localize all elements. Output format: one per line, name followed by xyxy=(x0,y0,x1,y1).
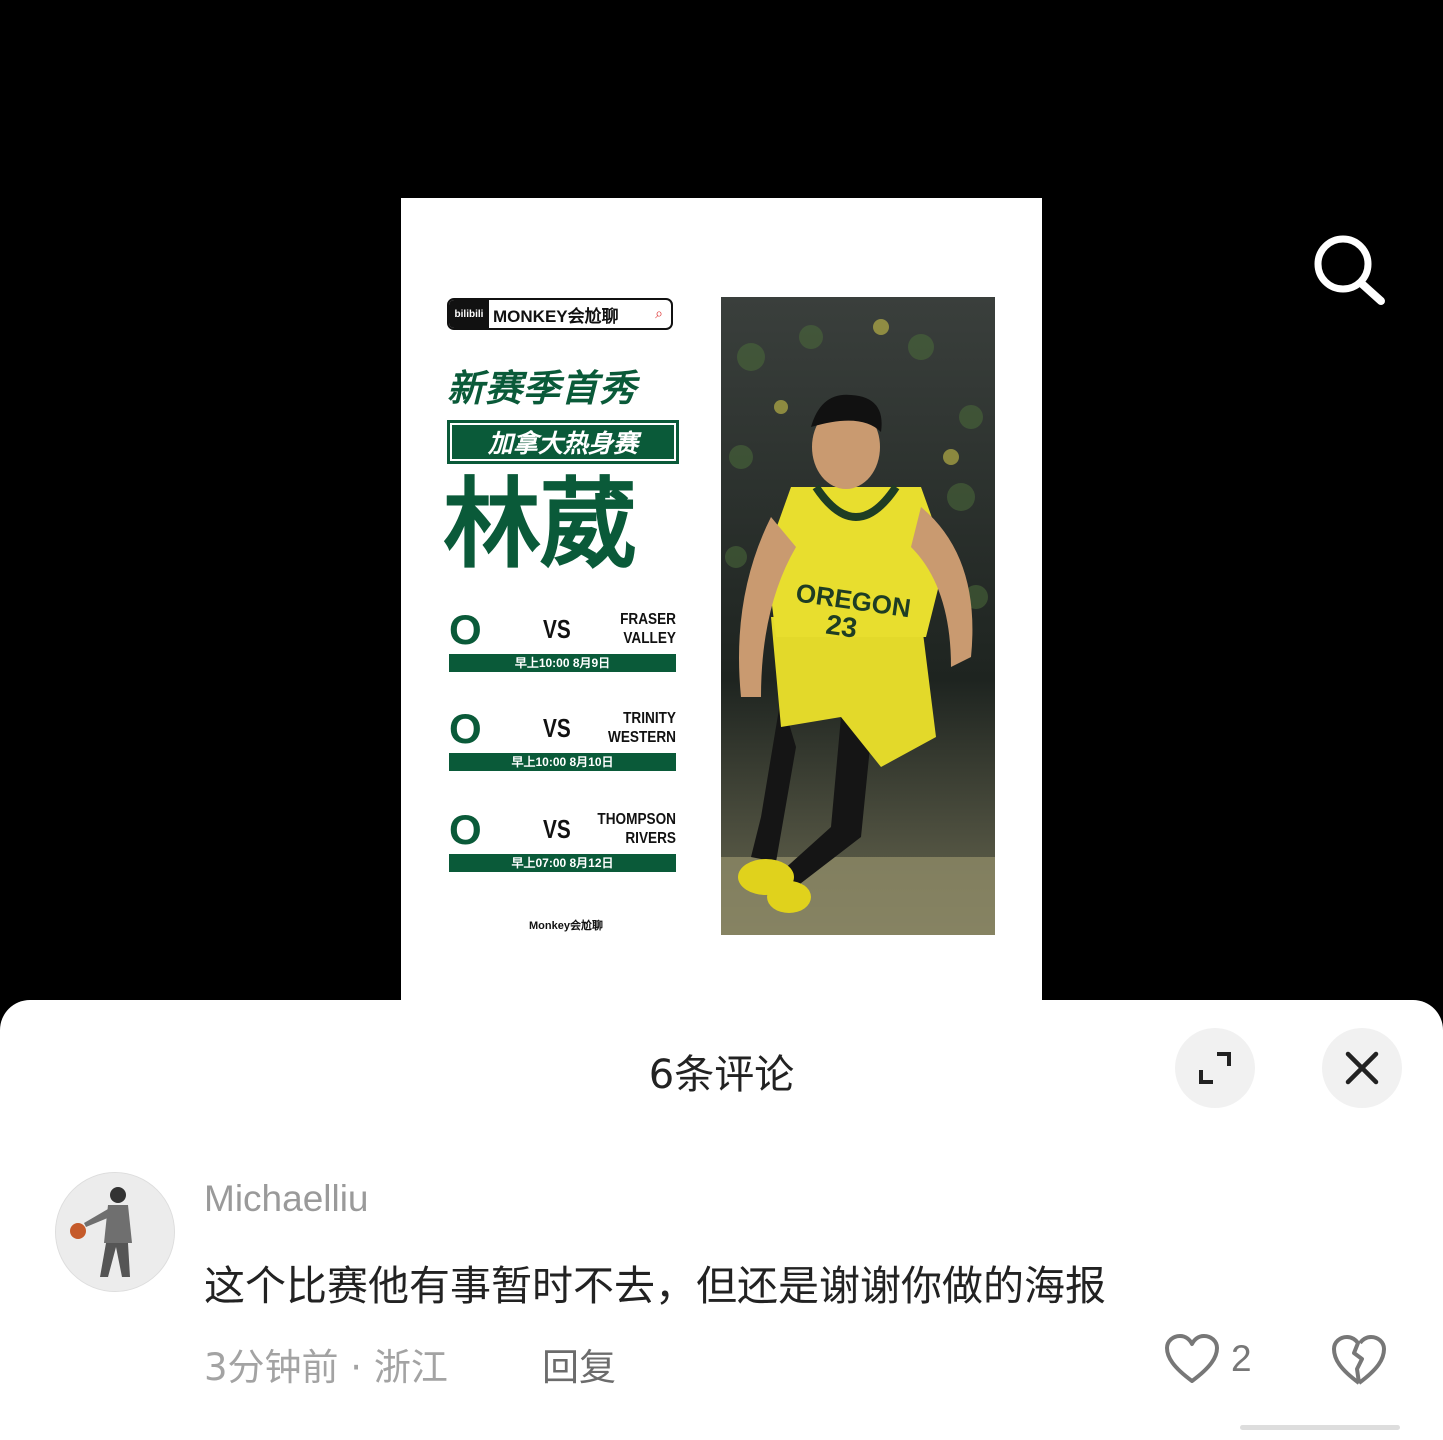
game-time: 早上10:00 8月9日 xyxy=(449,654,676,672)
like-button[interactable]: 2 xyxy=(1163,1333,1252,1385)
poster-footer-logo: Monkey会尬聊 xyxy=(529,920,603,932)
poster-subtitle: 加拿大热身赛 xyxy=(447,420,679,464)
comment-meta: 3分钟前 · 浙江 xyxy=(204,1346,448,1389)
game-entry: O VS FRASER VALLEY 早上10:00 8月9日 xyxy=(449,606,676,672)
comments-sheet: 6条评论 Michaelliu 这个比赛他有事暂时不去，但还是谢谢你做的海报 3… xyxy=(0,1000,1443,1440)
close-icon xyxy=(1345,1051,1379,1085)
game-entry: O VS TRINITY WESTERN 早上10:00 8月10日 xyxy=(449,705,676,771)
home-indicator xyxy=(1240,1425,1400,1430)
like-count: 2 xyxy=(1231,1338,1252,1379)
brand-search-box: bilibili MONKEY会尬聊 ⌕ xyxy=(447,298,673,330)
dislike-button[interactable] xyxy=(1330,1333,1388,1393)
svg-text:23: 23 xyxy=(824,609,859,644)
image-viewer: bilibili MONKEY会尬聊 ⌕ 新赛季首秀 加拿大热身赛 林葳 O V… xyxy=(0,0,1443,1028)
opponent-name: TRINITY WESTERN xyxy=(608,710,676,746)
poster-headline: 新赛季首秀 xyxy=(447,367,637,410)
player-photo: OREGON 23 xyxy=(721,297,995,935)
game-time: 早上07:00 8月12日 xyxy=(449,854,676,872)
reply-button[interactable]: 回复 xyxy=(542,1337,616,1391)
player-name: 林葳 xyxy=(443,468,637,582)
opponent-name: THOMPSON RIVERS xyxy=(597,811,676,847)
avatar[interactable] xyxy=(55,1172,175,1292)
broken-heart-icon xyxy=(1332,1335,1386,1385)
brand-name: MONKEY会尬聊 xyxy=(493,306,619,326)
heart-icon xyxy=(1165,1334,1219,1383)
brand-search-icon: ⌕ xyxy=(655,306,663,322)
game-entry: O VS THOMPSON RIVERS 早上07:00 8月12日 xyxy=(449,806,676,872)
vs-label: VS xyxy=(543,614,571,644)
comment-text: 这个比赛他有事暂时不去，但还是谢谢你做的海报 xyxy=(204,1262,1106,1310)
vs-label: VS xyxy=(543,713,571,743)
poster-image[interactable]: bilibili MONKEY会尬聊 ⌕ 新赛季首秀 加拿大热身赛 林葳 O V… xyxy=(401,198,1042,1028)
oregon-logo: O xyxy=(449,806,482,853)
game-time: 早上10:00 8月10日 xyxy=(449,753,676,771)
bilibili-logo: bilibili xyxy=(449,300,489,328)
expand-icon xyxy=(1199,1052,1231,1084)
close-button[interactable] xyxy=(1322,1028,1402,1108)
search-button[interactable] xyxy=(1305,228,1395,318)
oregon-logo: O xyxy=(449,705,482,752)
comment-username[interactable]: Michaelliu xyxy=(204,1178,369,1220)
oregon-logo: O xyxy=(449,606,482,653)
search-icon xyxy=(1314,235,1385,305)
vs-label: VS xyxy=(543,814,571,844)
expand-button[interactable] xyxy=(1175,1028,1255,1108)
opponent-name: FRASER VALLEY xyxy=(620,611,676,647)
